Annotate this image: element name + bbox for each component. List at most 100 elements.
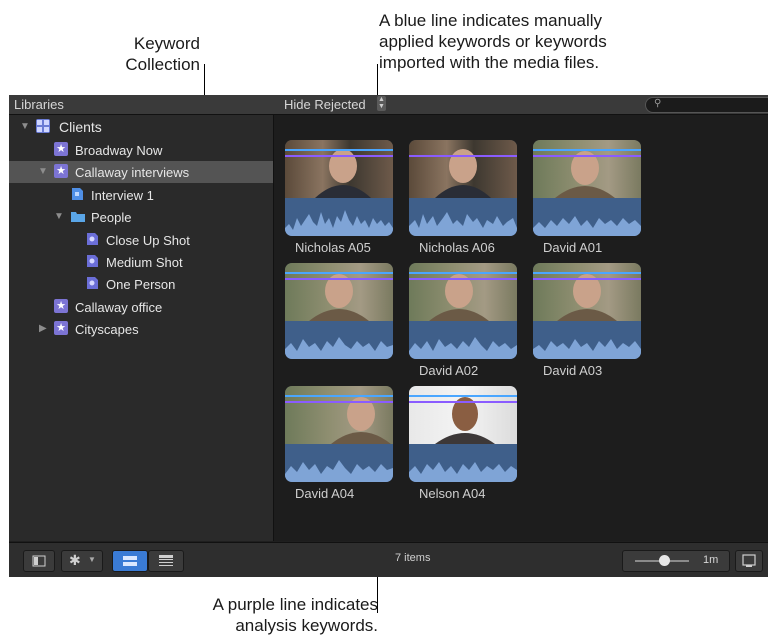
sidebar-item-close-up-shot[interactable]: Close Up Shot — [9, 229, 273, 251]
browser-bottom-bar: ✱ ▼ 7 items 1m — [9, 542, 768, 577]
sidebar-item-callaway-interviews[interactable]: ▼ ★ Callaway interviews — [9, 161, 273, 183]
event-star-icon: ★ — [54, 164, 68, 178]
action-menu-button[interactable]: ✱ ▼ — [61, 550, 103, 572]
zoom-slider-control[interactable]: 1m — [622, 550, 730, 572]
audio-waveform — [285, 444, 393, 482]
audio-waveform — [409, 444, 517, 482]
clip-thumbnail[interactable] — [285, 263, 393, 359]
keyword-line-blue — [285, 395, 393, 397]
keyword-line-purple — [533, 155, 641, 157]
filmstrip — [409, 140, 517, 236]
keyword-line-blue — [285, 272, 393, 274]
sidebar-item-label: Interview 1 — [91, 188, 154, 203]
sidebar-item-label: Callaway interviews — [75, 165, 190, 180]
sidebar-item-broadway-now[interactable]: ★ Broadway Now — [9, 139, 273, 161]
clip-name: David A02 — [419, 363, 479, 378]
callout-keyword-collection: Keyword Collection — [100, 33, 200, 75]
filmstrip-view-button[interactable] — [112, 550, 148, 572]
analysis-keyword-icon — [85, 232, 99, 246]
filmstrip — [285, 263, 393, 359]
clip-name: David A01 — [543, 240, 603, 255]
keyword-line-blue — [285, 149, 393, 151]
disclosure-open-icon[interactable]: ▼ — [38, 166, 48, 177]
search-field[interactable]: ⚲ — [645, 97, 768, 113]
gear-icon: ✱ — [69, 552, 81, 568]
keyword-collection-icon — [70, 187, 84, 201]
keyword-line-purple — [285, 155, 393, 157]
clip-thumbnail[interactable]: David A01 — [533, 140, 641, 255]
folder-icon — [70, 209, 85, 223]
clip-thumbnail[interactable]: Nicholas A05 — [285, 140, 393, 255]
callout-line: A blue line indicates manually — [379, 11, 603, 30]
sidebar-item-callaway-office[interactable]: ★ Callaway office — [9, 296, 273, 318]
filmstrip — [285, 140, 393, 236]
sidebar-item-cityscapes[interactable]: ▶ ★ Cityscapes — [9, 318, 273, 340]
callout-line: imported with the media files. — [379, 53, 600, 72]
keyword-line-purple — [409, 401, 517, 403]
chevron-updown-icon[interactable]: ▲ ▼ — [377, 96, 386, 111]
clip-thumbnail[interactable]: David A04 — [285, 386, 393, 501]
clip-name: Nelson A04 — [419, 486, 486, 501]
toggle-sidebar-button[interactable] — [23, 550, 55, 572]
clip-browser-grid: Nicholas A05 Nicholas A06 David A01 Davi… — [274, 115, 768, 541]
sidebar-item-label: Callaway office — [75, 300, 163, 315]
filmstrip-icon — [742, 554, 756, 567]
audio-waveform — [533, 198, 641, 236]
sidebar-item-label: One Person — [106, 277, 176, 292]
disclosure-open-icon[interactable]: ▼ — [54, 211, 64, 222]
clip-filter-popup[interactable]: Hide Rejected — [284, 97, 366, 112]
clip-name: Nicholas A05 — [295, 240, 371, 255]
sidebar-item-interview-1[interactable]: Interview 1 — [9, 184, 273, 206]
keyword-line-blue — [533, 149, 641, 151]
clip-thumbnail[interactable]: Nicholas A06 — [409, 140, 517, 255]
callout-purple-line: A purple line indicates analysis keyword… — [168, 594, 378, 636]
analysis-keyword-icon — [85, 276, 99, 290]
libraries-title: Libraries — [14, 97, 64, 112]
callout-blue-line: A blue line indicates manually applied k… — [379, 10, 659, 73]
callout-line: A purple line indicates — [212, 595, 378, 614]
analysis-keyword-icon — [85, 254, 99, 268]
items-count: 7 items — [395, 552, 431, 564]
audio-waveform — [285, 198, 393, 236]
list-view-button[interactable] — [148, 550, 184, 572]
libraries-sidebar: ▼ Clients ★ Broadway Now ▼ ★ Callaway in… — [9, 115, 274, 541]
sidebar-item-label: Clients — [59, 119, 102, 135]
sidebar-item-people[interactable]: ▼ People — [9, 206, 273, 228]
clip-appearance-button[interactable] — [735, 550, 763, 572]
keyword-line-blue — [409, 272, 517, 274]
sidebar-item-medium-shot[interactable]: Medium Shot — [9, 251, 273, 273]
audio-waveform — [409, 321, 517, 359]
keyword-line-purple — [409, 155, 517, 157]
callout-line: applied keywords or keywords — [379, 32, 607, 51]
callout-line: Keyword — [133, 34, 200, 53]
keyword-line-blue — [409, 395, 517, 397]
clip-name: David A03 — [543, 363, 603, 378]
filmstrip — [409, 263, 517, 359]
sidebar-item-clients[interactable]: ▼ Clients — [9, 116, 273, 138]
list-view-icon — [159, 555, 173, 566]
disclosure-open-icon[interactable]: ▼ — [20, 121, 30, 132]
keyword-line-purple — [285, 278, 393, 280]
clip-thumbnail[interactable]: Nelson A04 — [409, 386, 517, 501]
keyword-line-purple — [409, 278, 517, 280]
zoom-slider-knob[interactable] — [659, 555, 670, 566]
video-frame — [409, 140, 517, 198]
event-star-icon: ★ — [54, 299, 68, 313]
filmstrip-view-icon — [123, 556, 137, 566]
clip-name: David A04 — [295, 486, 355, 501]
audio-waveform — [409, 198, 517, 236]
duration-label: 1m — [703, 554, 719, 566]
sidebar-item-label: People — [91, 210, 132, 225]
keyword-line-blue — [533, 272, 641, 274]
sidebar-item-label: Broadway Now — [75, 143, 163, 158]
event-star-icon: ★ — [54, 321, 68, 335]
chevron-down-icon: ▼ — [88, 555, 96, 564]
event-star-icon: ★ — [54, 142, 68, 156]
clip-thumbnail[interactable]: David A02 — [409, 263, 517, 378]
disclosure-closed-icon[interactable]: ▶ — [39, 323, 47, 334]
filmstrip — [533, 140, 641, 236]
sidebar-item-one-person[interactable]: One Person — [9, 273, 273, 295]
callout-line: analysis keywords. — [235, 616, 378, 635]
clip-thumbnail[interactable]: David A03 — [533, 263, 641, 378]
sidebar-item-label: Close Up Shot — [106, 233, 190, 248]
